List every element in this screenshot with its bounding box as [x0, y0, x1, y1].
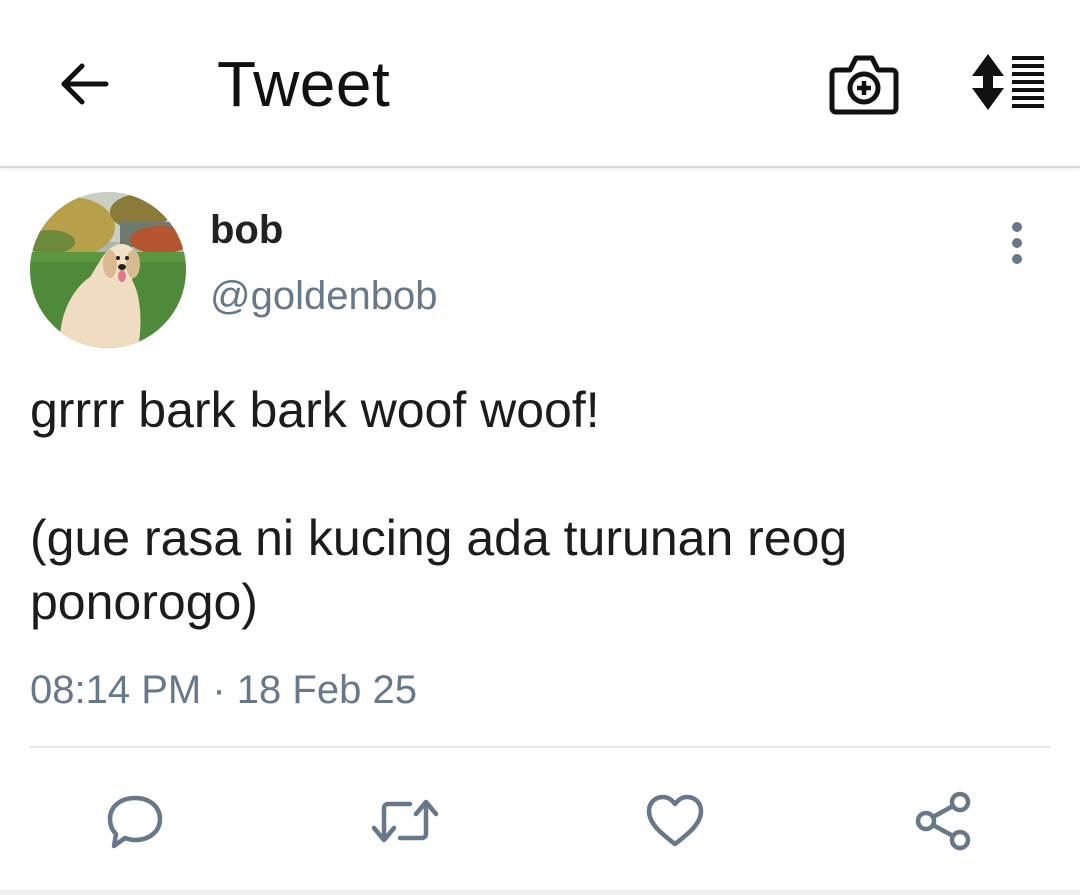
tweet-text-line: grrrr bark bark woof woof!: [30, 382, 600, 438]
camera-add-icon: [829, 55, 899, 115]
top-app-bar: Tweet: [0, 0, 1080, 168]
tweet-text-line: (gue rasa ni kucing ada turunan reog: [30, 510, 848, 566]
retweet-button[interactable]: [370, 786, 440, 856]
tweet-timestamp: 08:14 PM · 18 Feb 25: [30, 667, 417, 713]
share-icon: [915, 791, 971, 851]
retweet-icon: [371, 799, 439, 843]
golden-retriever-avatar-image: [30, 192, 186, 348]
more-vertical-icon: [1012, 222, 1022, 264]
divider: [30, 746, 1050, 748]
camera-button[interactable]: [828, 50, 900, 118]
reply-button[interactable]: [100, 786, 170, 856]
reply-bubble-icon: [107, 795, 163, 849]
tweet-body: grrrr bark bark woof woof! (gue rasa ni …: [30, 378, 1030, 634]
like-button[interactable]: [640, 786, 710, 856]
author-display-name[interactable]: bob: [210, 207, 283, 253]
bottom-divider: [0, 890, 1080, 895]
sort-list-icon: [972, 54, 1044, 110]
page-title: Tweet: [217, 48, 391, 120]
sort-button[interactable]: [966, 50, 1050, 114]
author-handle[interactable]: @goldenbob: [210, 273, 437, 319]
back-button[interactable]: [52, 52, 116, 116]
heart-icon: [646, 794, 704, 847]
timestamp-separator: ·: [212, 668, 226, 712]
tweet-date: 18 Feb 25: [236, 668, 417, 712]
tweet-text-line: ponorogo): [30, 574, 258, 630]
avatar[interactable]: [30, 192, 186, 348]
tweet-time: 08:14 PM: [30, 668, 202, 712]
share-button[interactable]: [910, 786, 980, 856]
arrow-left-icon: [61, 63, 109, 105]
more-options-button[interactable]: [996, 218, 1038, 268]
